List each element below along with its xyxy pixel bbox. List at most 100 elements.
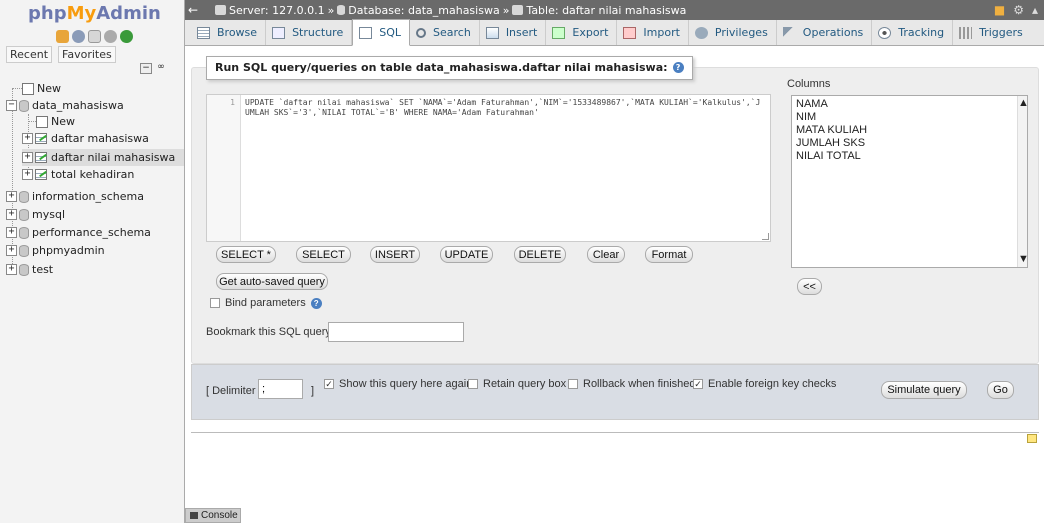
rollback-checkbox[interactable] [568,379,578,389]
tree-item-new-table[interactable]: New [28,113,75,130]
sql-icon [359,26,373,39]
tab-triggers[interactable]: Triggers [953,20,1031,45]
update-button[interactable]: UPDATE [440,246,493,263]
bind-parameters-label: Bind parameters [225,297,306,309]
get-auto-saved-query-button[interactable]: Get auto-saved query [216,273,328,290]
tab-structure[interactable]: Structure [266,20,353,45]
column-option[interactable]: NAMA [796,98,1023,111]
resize-handle[interactable] [762,233,769,240]
breadcrumb-database[interactable]: Database: data_mahasiswa [348,4,499,17]
expand-icon[interactable]: + [6,245,17,256]
tab-insert[interactable]: Insert [480,20,547,45]
collapse-topbar-icon[interactable]: ▴ [1032,3,1038,17]
bookmark-input[interactable] [328,322,464,342]
docs-icon[interactable] [88,30,101,43]
retain-query-box-option[interactable]: Retain query box [468,378,566,390]
tree-item-label: New [37,82,61,95]
foreign-key-checks-option[interactable]: ✓ Enable foreign key checks [693,378,836,390]
select-star-button[interactable]: SELECT * [216,246,276,263]
tree-item-mysql[interactable]: + mysql [6,206,65,223]
breadcrumb-table[interactable]: Table: daftar nilai mahasiswa [526,4,686,17]
console-icon [190,512,198,519]
delete-button[interactable]: DELETE [514,246,566,263]
recent-tab[interactable]: Recent [6,46,53,63]
foreign-key-checks-checkbox[interactable]: ✓ [693,379,703,389]
tree-item-test[interactable]: + test [6,261,53,278]
console-toggle[interactable]: Console [185,508,241,523]
collapse-all-icon[interactable]: − [140,63,152,74]
tree-item-information-schema[interactable]: + information_schema [6,188,144,205]
go-button[interactable]: Go [987,381,1014,399]
query-options-fieldset: [ Delimiter ] ✓ Show this query here aga… [191,364,1039,420]
tree-item-daftar-nilai-mahasiswa[interactable]: + daftar nilai mahasiswa [22,149,184,166]
tab-search[interactable]: Search [410,20,480,45]
expand-icon[interactable]: + [6,191,17,202]
tree-item-daftar-mahasiswa[interactable]: + daftar mahasiswa [22,130,149,147]
show-query-label: Show this query here again [339,378,473,390]
home-icon[interactable] [56,30,69,43]
breadcrumb-server[interactable]: Server: 127.0.0.1 [229,4,325,17]
tree-item-new[interactable]: New [12,80,61,97]
bind-parameters-checkbox[interactable] [210,298,220,308]
console-label: Console [201,510,238,521]
gear-icon[interactable]: ⚙ [1013,3,1024,17]
tree-item-label: test [32,263,54,276]
note-icon[interactable] [1027,434,1037,443]
column-option[interactable]: NIM [796,111,1023,124]
tree-item-phpmyadmin[interactable]: + phpmyadmin [6,242,105,259]
simulate-query-button[interactable]: Simulate query [881,381,967,399]
insert-button[interactable]: INSERT [370,246,420,263]
tab-privileges[interactable]: Privileges [689,20,777,45]
logout-icon[interactable] [72,30,85,43]
sql-query-text[interactable]: UPDATE `daftar nilai mahasiswa` SET `NAM… [245,98,765,118]
bookmark-label: Bookmark this SQL query: [206,326,334,338]
format-button[interactable]: Format [645,246,693,263]
logo-php-text: php [28,3,67,24]
insert-column-button[interactable]: << [797,278,822,295]
sql-query-editor[interactable]: 1 UPDATE `daftar nilai mahasiswa` SET `N… [206,94,771,242]
tab-export[interactable]: Export [546,20,618,45]
show-query-checkbox[interactable]: ✓ [324,379,334,389]
expand-icon[interactable]: + [22,133,33,144]
tree-item-performance-schema[interactable]: + performance_schema [6,224,151,241]
tree-item-data-mahasiswa[interactable]: − data_mahasiswa [6,97,124,114]
expand-icon[interactable]: + [22,169,33,180]
columns-list[interactable]: NAMA NIM MATA KULIAH JUMLAH SKS NILAI TO… [791,95,1029,268]
help-icon[interactable]: ? [672,62,684,73]
help-icon[interactable]: ? [310,297,322,309]
columns-scrollbar[interactable]: ▲ ▼ [1017,96,1029,267]
column-option[interactable]: MATA KULIAH [796,124,1023,137]
reload-icon[interactable] [120,30,133,43]
collapse-icon[interactable]: − [6,100,17,111]
bind-parameters-option[interactable]: Bind parameters ? [210,297,322,309]
new-icon [36,115,48,128]
sql-panel-legend: Run SQL query/queries on table data_maha… [206,56,693,80]
rollback-option[interactable]: Rollback when finished [568,378,696,390]
tab-browse[interactable]: Browse [191,20,267,45]
show-query-option[interactable]: ✓ Show this query here again [324,378,472,390]
tab-tracking[interactable]: Tracking [872,20,954,45]
column-option[interactable]: NILAI TOTAL [796,150,1023,163]
clear-button[interactable]: Clear [587,246,625,263]
column-option[interactable]: JUMLAH SKS [796,137,1023,150]
select-button[interactable]: SELECT [296,246,351,263]
tab-sql[interactable]: SQL [352,19,411,46]
tab-operations[interactable]: Operations [777,20,873,45]
expand-icon[interactable]: + [6,209,17,220]
expand-icon[interactable]: + [6,227,17,238]
favorites-tab[interactable]: Favorites [58,46,116,63]
settings-icon[interactable] [104,30,117,43]
tab-import[interactable]: Import [617,20,689,45]
structure-icon [272,26,286,39]
expand-icon[interactable]: + [6,264,17,275]
phpmyadmin-logo[interactable]: phpMyAdmin [28,3,161,24]
new-icon [22,82,34,95]
lock-icon[interactable]: ■ [994,3,1005,17]
tree-item-total-kehadiran[interactable]: + total kehadiran [22,166,134,183]
retain-query-box-checkbox[interactable] [468,379,478,389]
back-arrow-icon[interactable]: ← [185,3,201,17]
tree-item-label: mysql [32,208,65,221]
link-with-main-icon[interactable]: ∞ [155,63,167,74]
expand-icon[interactable]: + [22,152,33,163]
delimiter-input[interactable] [258,379,303,399]
